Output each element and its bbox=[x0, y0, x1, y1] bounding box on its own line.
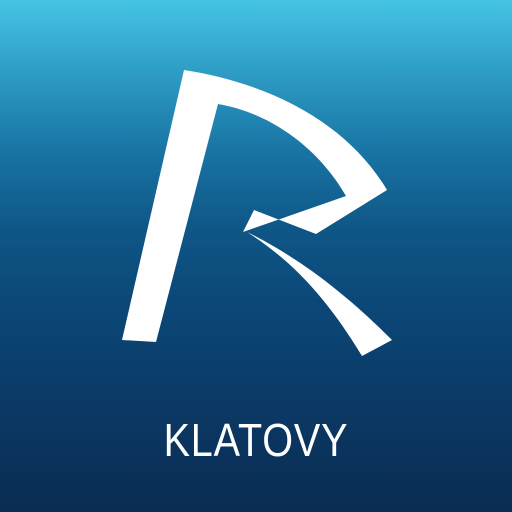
app-icon[interactable]: KLATOVY bbox=[0, 0, 512, 512]
logo-leg bbox=[247, 232, 392, 356]
app-name: KLATOVY bbox=[163, 414, 349, 466]
